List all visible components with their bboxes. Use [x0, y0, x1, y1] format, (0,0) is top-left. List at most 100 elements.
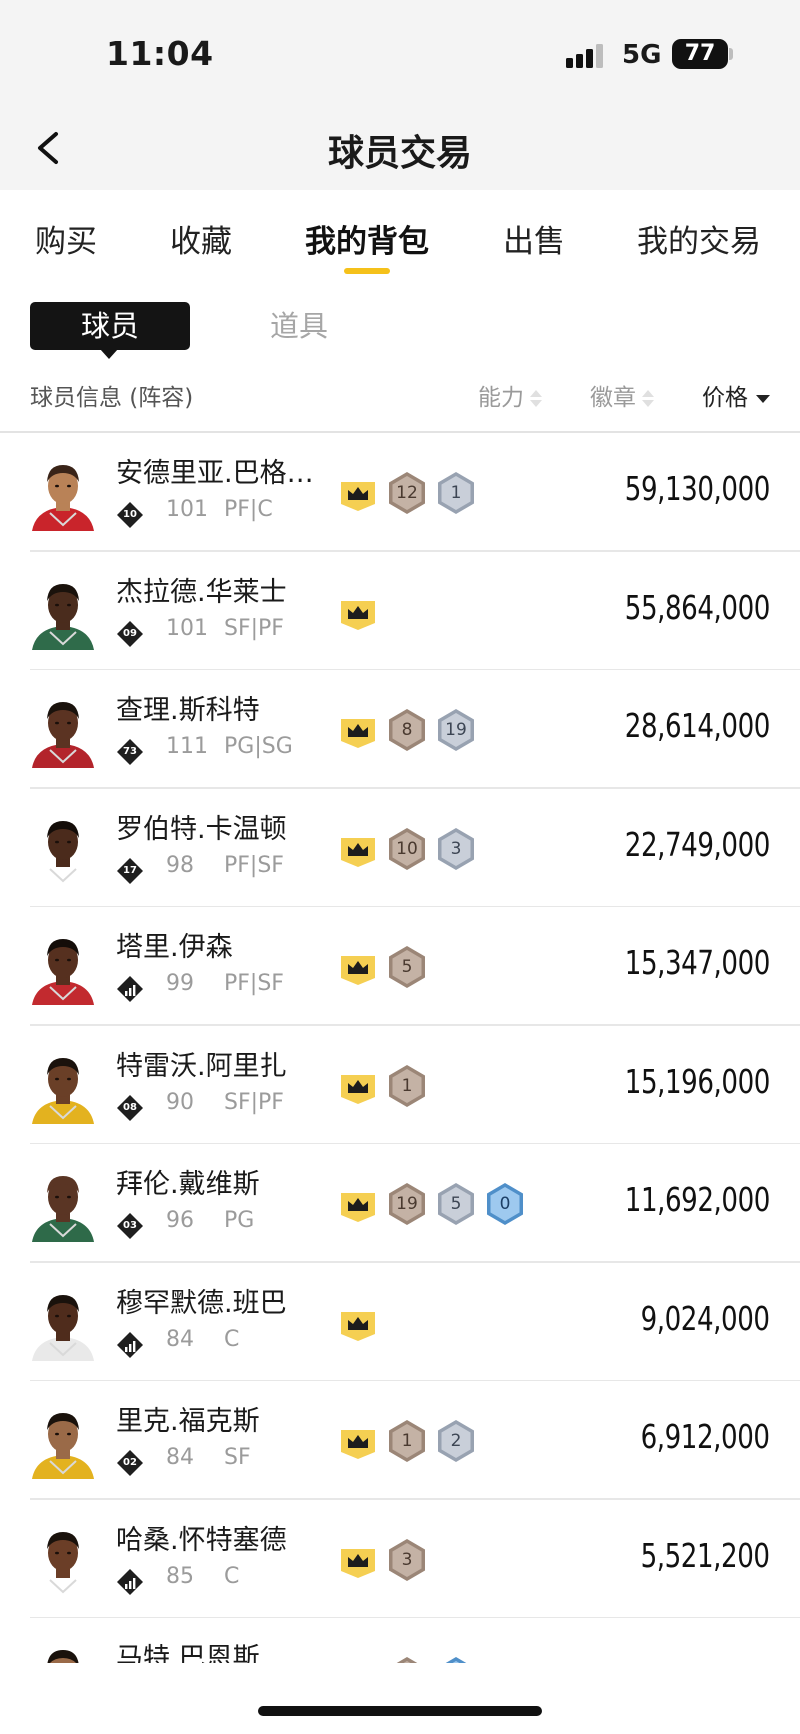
tab-my-trades[interactable]: 我的交易 — [637, 216, 761, 261]
crown-badge-icon — [338, 1301, 378, 1345]
signal-bars-icon — [116, 1331, 144, 1359]
player-row[interactable]: 罗伯特.卡温顿 17 98 PF|SF 10 3 22,749,000 — [0, 789, 800, 908]
player-row[interactable]: 安德里亚.巴格… 10 101 PF|C 12 1 59,130,000 — [0, 433, 800, 552]
player-avatar — [28, 811, 98, 887]
player-rating: 98 — [166, 852, 194, 878]
segment-items[interactable]: 道具 — [270, 302, 328, 350]
badge-count: 8 — [401, 720, 413, 740]
badge-count: 1 — [450, 483, 462, 503]
column-badge[interactable]: 徽章 — [590, 378, 654, 412]
player-avatar — [28, 929, 98, 1005]
nav-bar: 球员交易 — [0, 110, 800, 190]
tab-favorites[interactable]: 收藏 — [170, 216, 232, 261]
jersey-number-icon: 73 — [116, 738, 144, 766]
badge-count: 3 — [401, 1549, 413, 1570]
player-name: 穆罕默德.班巴 — [116, 1287, 287, 1319]
player-row[interactable]: 拜伦.戴维斯 03 96 PG 19 5 0 11,692,000 — [0, 1144, 800, 1263]
crown-badge-icon — [338, 1656, 378, 1663]
player-row[interactable]: 杰拉德.华莱士 09 101 SF|PF 55,864,000 — [0, 552, 800, 671]
player-list: 安德里亚.巴格… 10 101 PF|C 12 1 59,130,000 杰拉德.华莱士 09 1… — [0, 433, 800, 1663]
column-ability[interactable]: 能力 — [478, 378, 542, 412]
player-name: 特雷沃.阿里扎 — [116, 1050, 287, 1082]
blue-badge-icon — [436, 1656, 476, 1663]
bronze-badge-icon: 19 — [387, 1182, 427, 1226]
crown-badge-icon — [338, 471, 378, 515]
badge-count: 5 — [450, 1194, 462, 1214]
player-name: 安德里亚.巴格… — [116, 458, 314, 489]
crown-badge-icon — [338, 1419, 378, 1463]
column-player-info: 球员信息 (阵容) — [30, 385, 194, 411]
bronze-badge-icon: 5 — [387, 945, 427, 989]
player-position: PF|C — [224, 497, 273, 522]
badge-count: 2 — [450, 1431, 462, 1451]
page-title: 球员交易 — [327, 133, 472, 174]
silver-badge-icon: 19 — [436, 708, 476, 752]
bronze-badge-icon: 10 — [387, 827, 427, 871]
badge-count: 1 — [401, 1431, 413, 1451]
crown-badge-icon — [338, 708, 378, 752]
player-row[interactable]: 塔里.伊森 99 PF|SF 5 15,347,000 — [0, 907, 800, 1026]
player-row[interactable]: 哈桑.怀特塞德 85 C 3 5,521,200 — [0, 1500, 800, 1619]
player-name: 塔里.伊森 — [116, 932, 233, 963]
signal-icon — [566, 44, 608, 68]
silver-badge-icon: 5 — [436, 1182, 476, 1226]
tab-my-bag[interactable]: 我的背包 — [305, 216, 429, 261]
blue-badge-icon: 0 — [485, 1182, 525, 1226]
player-name: 拜伦.戴维斯 — [116, 1169, 260, 1200]
player-rating: 111 — [166, 734, 208, 759]
battery-icon: 77 — [672, 39, 728, 69]
bronze-badge-icon: 12 — [387, 471, 427, 515]
badge-count: 0 — [499, 1194, 511, 1214]
player-price: 15,196,000 — [624, 1061, 771, 1101]
player-price: 28,614,000 — [624, 706, 771, 745]
player-price: 59,130,000 — [624, 469, 771, 508]
player-position: C — [224, 1326, 240, 1352]
status-bar: 11:04 5G 77 — [0, 0, 800, 110]
jersey-number-icon: 03 — [116, 1212, 144, 1240]
player-price: 22,749,000 — [624, 824, 771, 864]
column-price-label: 价格 — [702, 385, 748, 411]
crown-badge-icon — [338, 1182, 378, 1226]
badge-count: 10 — [396, 838, 418, 859]
jersey-number: 09 — [123, 627, 137, 639]
bronze-badge-icon: 8 — [387, 708, 427, 752]
player-name: 查理.斯科特 — [116, 695, 260, 726]
player-row[interactable]: 穆罕默德.班巴 84 C 9,024,000 — [0, 1263, 800, 1382]
badge-count: 12 — [396, 483, 418, 503]
player-row[interactable]: 查理.斯科特 73 111 PG|SG 8 19 28,614,000 — [0, 670, 800, 789]
player-rating: 84 — [166, 1445, 194, 1470]
sort-icon — [642, 389, 654, 409]
player-price: 15,347,000 — [624, 943, 771, 982]
player-row[interactable]: 马特.巴恩斯 — [0, 1618, 800, 1663]
battery-cap — [729, 48, 733, 60]
main-tabs: 购买 收藏 我的背包 出售 我的交易 — [0, 190, 800, 285]
crown-badge-icon — [338, 945, 378, 989]
player-price: 11,692,000 — [624, 1180, 771, 1219]
player-avatar — [28, 1166, 98, 1242]
badge-count: 1 — [401, 1075, 413, 1096]
player-price: 55,864,000 — [624, 587, 771, 627]
player-avatar — [28, 1403, 98, 1479]
player-position: SF|PF — [224, 615, 284, 641]
badge-count — [436, 1656, 476, 1663]
column-price[interactable]: 价格 — [702, 378, 770, 412]
tab-sell[interactable]: 出售 — [503, 216, 565, 261]
player-rating: 99 — [166, 971, 194, 996]
badge-count: 3 — [450, 838, 462, 859]
tab-buy[interactable]: 购买 — [35, 216, 97, 261]
segment-players[interactable]: 球员 — [30, 302, 190, 350]
silver-badge-icon: 3 — [436, 827, 476, 871]
segment-pointer — [100, 349, 118, 359]
badge-count — [387, 1656, 427, 1663]
crown-badge-icon — [338, 1064, 378, 1108]
bronze-badge-icon — [387, 1656, 427, 1663]
player-row[interactable]: 里克.福克斯 02 84 SF 1 2 6,912,000 — [0, 1381, 800, 1500]
player-row[interactable]: 特雷沃.阿里扎 08 90 SF|PF 1 15,196,000 — [0, 1026, 800, 1145]
jersey-number: 03 — [123, 1220, 137, 1231]
jersey-number: 08 — [123, 1101, 137, 1113]
player-position: C — [224, 1563, 240, 1589]
player-rating: 85 — [166, 1563, 194, 1589]
column-badge-label: 徽章 — [590, 385, 636, 411]
player-avatar — [28, 1048, 98, 1124]
badge-count: 5 — [401, 957, 413, 977]
